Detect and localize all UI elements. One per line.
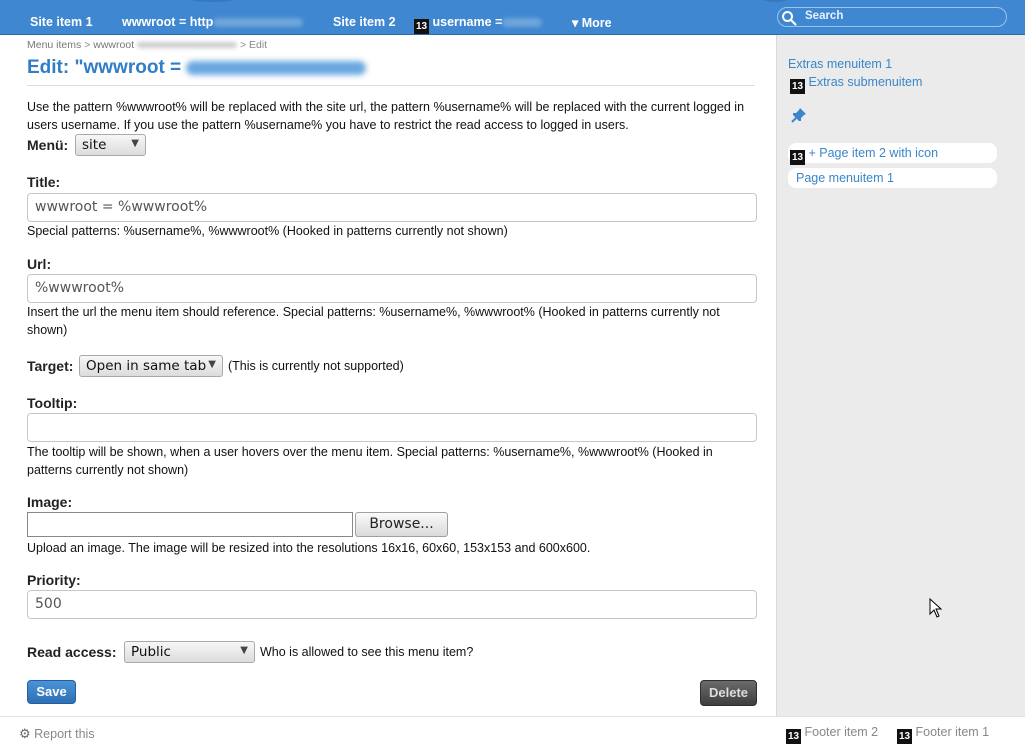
site-logo-icon: 13	[790, 79, 805, 94]
sidebar-extras-menuitem[interactable]: Extras menuitem 1	[788, 57, 892, 71]
header-decoration	[760, 0, 790, 2]
delete-button[interactable]: Delete	[700, 680, 757, 706]
image-label: Image:	[27, 494, 73, 510]
browse-button[interactable]: Browse...	[355, 512, 448, 537]
image-file-field[interactable]	[27, 512, 353, 537]
menu-label: Menü:	[27, 137, 69, 153]
save-button[interactable]: Save	[27, 680, 76, 704]
divider	[27, 85, 755, 86]
redacted-text	[186, 60, 367, 75]
header-decoration	[185, 0, 240, 2]
chevron-down-icon: ▼	[208, 359, 216, 370]
breadcrumb-item[interactable]: wwwroot	[93, 39, 134, 51]
form-intro-text: Use the pattern %wwwroot% will be replac…	[27, 100, 745, 132]
image-help-text: Upload an image. The image will be resiz…	[27, 541, 591, 555]
url-label: Url:	[27, 256, 52, 272]
title-input[interactable]: wwwroot = %wwwroot%	[27, 193, 757, 222]
site-logo-icon: 13	[786, 729, 801, 744]
read-access-value: Public	[131, 644, 171, 660]
nav-wwwroot[interactable]: wwwroot = http	[122, 15, 304, 29]
report-this-link[interactable]: ⚙ Report this	[19, 726, 95, 742]
footer-item-1-label: Footer item 1	[915, 725, 990, 739]
tooltip-input[interactable]	[27, 413, 757, 442]
search-icon	[782, 11, 797, 26]
target-select[interactable]: Open in same tab ▼	[79, 355, 223, 377]
read-access-select[interactable]: Public ▼	[124, 641, 255, 663]
nav-wwwroot-label: wwwroot = http	[122, 15, 214, 29]
top-navigation-bar: Site item 1 wwwroot = http Site item 2 1…	[0, 0, 1025, 35]
footer-item-1[interactable]: 13 Footer item 1	[897, 725, 989, 744]
search-input[interactable]: Search	[777, 7, 1007, 27]
tooltip-help-text: The tooltip will be shown, when a user h…	[27, 445, 713, 477]
menu-select[interactable]: site ▼	[75, 134, 146, 156]
target-select-value: Open in same tab	[86, 358, 207, 374]
report-this-label: Report this	[34, 727, 95, 741]
footer-item-2[interactable]: 13 Footer item 2	[786, 725, 878, 744]
sidebar-extras-submenuitem-label: Extras submenuitem	[808, 75, 923, 89]
site-logo-icon: 13	[414, 19, 429, 34]
chevron-down-icon: ▼	[131, 138, 139, 149]
nav-username-label: username =	[432, 15, 503, 29]
breadcrumb-menu-items[interactable]: Menu items	[27, 39, 81, 51]
breadcrumb: Menu items > wwwroot > Edit	[27, 39, 267, 51]
title-label: Title:	[27, 174, 61, 190]
sidebar-page-item-2-link[interactable]: 13 + Page item 2 with icon	[790, 146, 938, 165]
nav-site-item-2[interactable]: Site item 2	[333, 15, 396, 29]
page-title-text: Edit: "wwwroot =	[27, 57, 182, 78]
tooltip-label: Tooltip:	[27, 395, 78, 411]
gear-icon: ⚙	[19, 726, 31, 741]
url-help-text: Insert the url the menu item should refe…	[27, 305, 720, 337]
read-access-label: Read access:	[27, 644, 117, 660]
breadcrumb-current: > Edit	[239, 39, 268, 51]
mouse-cursor-icon	[929, 598, 943, 618]
target-label: Target:	[27, 358, 74, 374]
sidebar: Extras menuitem 1 13 Extras submenuitem …	[776, 35, 1025, 716]
priority-label: Priority:	[27, 572, 81, 588]
title-help-text: Special patterns: %username%, %wwwroot% …	[27, 224, 508, 238]
sidebar-extras-submenuitem[interactable]: 13 Extras submenuitem	[790, 75, 922, 94]
redacted-text	[213, 18, 304, 28]
nav-site-item-1[interactable]: Site item 1	[30, 15, 93, 29]
read-access-note: Who is allowed to see this menu item?	[260, 645, 474, 659]
url-input[interactable]: %wwwroot%	[27, 274, 757, 303]
footer-item-2-label: Footer item 2	[804, 725, 879, 739]
chevron-down-icon: ▼	[240, 645, 248, 656]
site-logo-icon: 13	[897, 729, 912, 744]
page-title: Edit: "wwwroot =	[27, 57, 367, 79]
footer: ⚙ Report this 13 Footer item 2 13 Footer…	[0, 716, 1025, 744]
pin-icon[interactable]	[791, 107, 807, 123]
nav-username[interactable]: 13 username =	[414, 15, 543, 34]
site-logo-icon: 13	[790, 150, 805, 165]
priority-input[interactable]: 500	[27, 590, 757, 619]
sidebar-page-item-2-label: + Page item 2 with icon	[808, 146, 939, 160]
redacted-text	[502, 18, 543, 28]
target-note: (This is currently not supported)	[228, 359, 404, 373]
redacted-text	[137, 42, 238, 49]
nav-more[interactable]: ▾ More	[572, 15, 612, 30]
sidebar-page-menuitem-label[interactable]: Page menuitem 1	[796, 171, 894, 185]
search-placeholder: Search	[805, 10, 844, 22]
breadcrumb-separator: >	[84, 39, 91, 51]
menu-select-value: site	[82, 137, 107, 153]
